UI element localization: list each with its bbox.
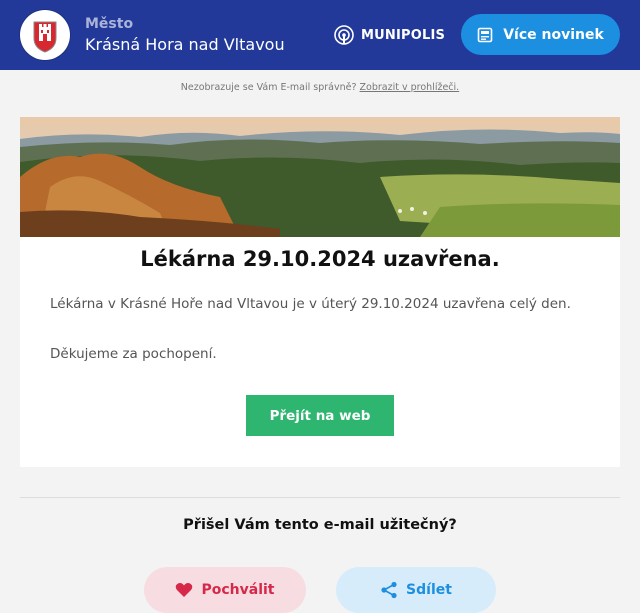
browser-note-text: Nezobrazuje se Vám E-mail správně? bbox=[180, 82, 357, 93]
feedback-question: Přišel Vám tento e-mail užitečný? bbox=[183, 517, 457, 533]
share-icon bbox=[381, 581, 397, 599]
more-news-label: Více novinek bbox=[503, 26, 604, 43]
town-name: Krásná Hora nad Vltavou bbox=[85, 35, 285, 54]
article-paragraph: Lékárna v Krásné Hoře nad Vltavou je v ú… bbox=[50, 296, 571, 312]
praise-label: Pochválit bbox=[201, 582, 275, 598]
share-button[interactable]: Sdílet bbox=[336, 567, 496, 613]
munipolis-brand-text: MUNIPOLIS bbox=[361, 27, 446, 43]
heart-icon bbox=[176, 583, 193, 597]
article-card: Lékárna 29.10.2024 uzavřena. Lékárna v K… bbox=[20, 117, 620, 467]
view-in-browser-link[interactable]: Zobrazit v prohlížeči. bbox=[360, 82, 460, 93]
munipolis-logo-icon bbox=[334, 25, 354, 45]
article-title: Lékárna 29.10.2024 uzavřena. bbox=[140, 247, 500, 271]
go-to-web-button[interactable]: Přejít na web bbox=[246, 395, 394, 436]
town-crest-icon[interactable] bbox=[20, 10, 70, 60]
landscape-banner-image bbox=[20, 117, 620, 237]
header: Město Krásná Hora nad Vltavou MUNIPOLIS … bbox=[0, 0, 640, 70]
praise-button[interactable]: Pochválit bbox=[144, 567, 306, 613]
munipolis-logo[interactable]: MUNIPOLIS bbox=[333, 24, 445, 46]
newspaper-icon bbox=[477, 27, 493, 42]
divider bbox=[20, 497, 620, 498]
more-news-button[interactable]: Více novinek bbox=[461, 14, 620, 55]
browser-note: Nezobrazuje se Vám E-mail správně? Zobra… bbox=[0, 82, 640, 93]
town-label: Město bbox=[85, 16, 134, 32]
article-closing-text: Děkujeme za pochopení. bbox=[50, 346, 217, 362]
share-label: Sdílet bbox=[406, 582, 452, 598]
